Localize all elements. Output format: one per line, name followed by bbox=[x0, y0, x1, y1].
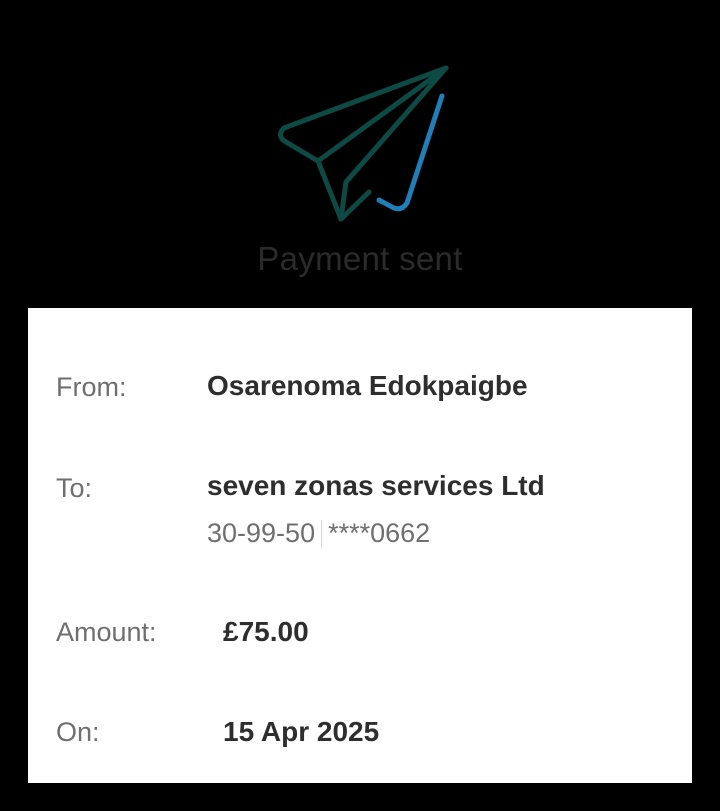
account-number: ****0662 bbox=[328, 518, 431, 548]
plane-outline bbox=[278, 65, 449, 222]
amount-value: £75.00 bbox=[223, 616, 309, 647]
divider bbox=[321, 519, 323, 548]
to-label: To: bbox=[56, 473, 93, 503]
payment-status-header: Payment sent bbox=[0, 0, 720, 308]
from-label: From: bbox=[56, 372, 127, 402]
on-label: On: bbox=[56, 717, 100, 747]
amount-label: Amount: bbox=[56, 617, 157, 647]
to-value: seven zonas services Ltd bbox=[207, 470, 545, 501]
recipient-account-details: 30-99-50 ****0662 bbox=[207, 518, 430, 549]
status-title: Payment sent bbox=[257, 240, 463, 277]
paper-plane-icon bbox=[278, 65, 449, 222]
from-value: Osarenoma Edokpaigbe bbox=[207, 370, 528, 401]
check-stroke bbox=[376, 93, 445, 212]
payment-details-card: From: Osarenoma Edokpaigbe To: seven zon… bbox=[28, 308, 692, 783]
plane-inner-line bbox=[338, 65, 449, 222]
date-value: 15 Apr 2025 bbox=[223, 716, 380, 747]
sort-code: 30-99-50 bbox=[207, 518, 316, 548]
